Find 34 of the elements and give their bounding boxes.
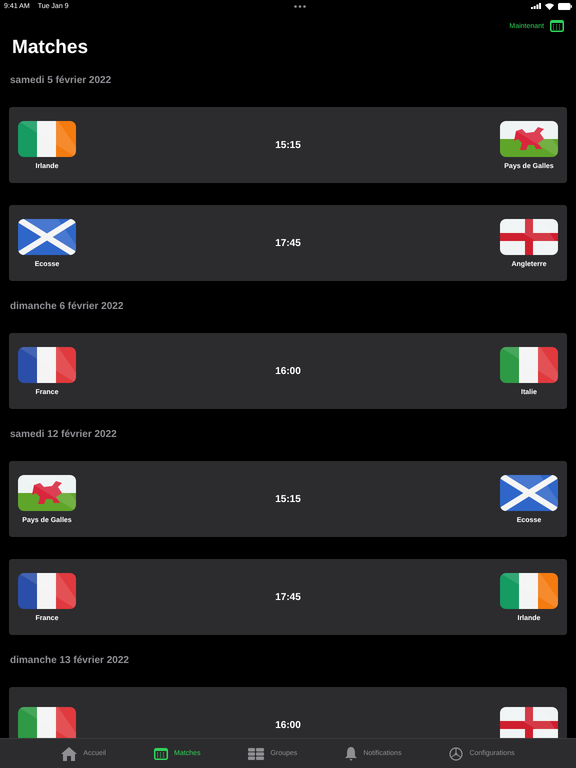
flag-icon <box>18 707 76 738</box>
bell-icon <box>345 746 358 760</box>
signal-icon <box>531 3 541 9</box>
match-time: 16:00 <box>275 366 301 376</box>
page-title: Matches <box>12 37 90 59</box>
date-header: dimanche 6 février 2022 <box>10 301 124 312</box>
flag-icon <box>500 474 558 510</box>
battery-icon <box>558 2 572 10</box>
flag-icon <box>500 218 558 254</box>
match-time: 16:00 <box>275 720 301 730</box>
match-time: 15:15 <box>275 140 301 150</box>
more-icon <box>294 4 306 8</box>
flag-icon <box>18 346 76 382</box>
flag-icon <box>500 572 558 608</box>
table-icon <box>248 748 264 760</box>
match-time: 17:45 <box>275 592 301 602</box>
settings-icon <box>449 746 464 760</box>
match-time: 15:15 <box>275 494 301 504</box>
match-card[interactable]: 16:00 <box>9 687 567 738</box>
flag-icon <box>18 474 76 510</box>
wifi-icon <box>545 2 554 10</box>
home-icon <box>61 746 78 760</box>
flag-icon <box>500 346 558 382</box>
match-time: 17:45 <box>275 238 301 248</box>
flag-icon <box>18 120 76 156</box>
calendar-icon <box>550 20 564 32</box>
flag-icon <box>500 120 558 156</box>
flag-icon <box>500 707 558 738</box>
calendar-icon <box>154 748 168 760</box>
date-header: samedi 12 février 2022 <box>10 429 118 440</box>
flag-icon <box>18 572 76 608</box>
date-header: dimanche 13 février 2022 <box>10 655 130 666</box>
date-header: samedi 5 février 2022 <box>10 75 112 86</box>
flag-icon <box>18 218 76 254</box>
